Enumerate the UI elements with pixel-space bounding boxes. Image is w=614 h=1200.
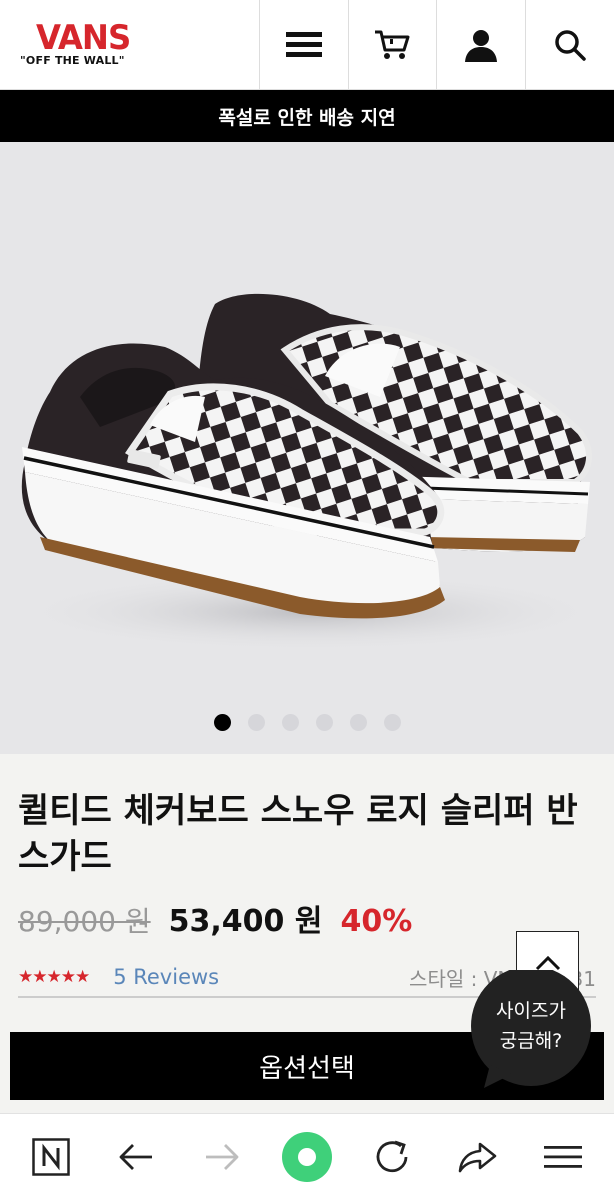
gallery-dot-2[interactable]	[247, 714, 265, 731]
cart-icon	[375, 30, 410, 59]
menu-button[interactable]	[260, 0, 349, 90]
account-button[interactable]	[437, 0, 526, 90]
browser-menu-button[interactable]	[533, 1127, 593, 1187]
forward-icon	[205, 1144, 238, 1170]
gallery-dot-1[interactable]	[213, 714, 231, 731]
gallery-dot-5[interactable]	[349, 714, 367, 731]
gallery-dot-6[interactable]	[383, 714, 401, 731]
sale-price: 53,400 원	[168, 904, 323, 939]
reviews-link[interactable]: 5 Reviews	[113, 965, 219, 989]
discount-rate: 40%	[340, 904, 413, 939]
chevron-up-icon	[535, 955, 560, 970]
home-n-icon	[31, 1138, 70, 1176]
gallery-dot-3[interactable]	[281, 714, 299, 731]
reload-icon	[377, 1140, 408, 1173]
home-button[interactable]	[21, 1127, 81, 1187]
share-icon	[458, 1142, 497, 1173]
size-guide-line-1: 사이즈가	[496, 1000, 566, 1022]
option-button-label: 옵션선택	[259, 1053, 355, 1084]
gallery-dot-4[interactable]	[315, 714, 333, 731]
menu-icon	[285, 32, 322, 57]
logo-tagline: "OFF THE WALL"	[20, 54, 125, 67]
user-icon	[464, 30, 497, 62]
gallery-pagination	[0, 714, 614, 731]
vans-logo[interactable]: VANS "OFF THE WALL"	[0, 0, 260, 90]
green-dot-icon	[281, 1132, 332, 1182]
back-icon	[119, 1144, 153, 1170]
browser-toolbar	[0, 1113, 614, 1200]
product-title: 퀼티드 체커보드 스노우 로지 슬리퍼 반스가드	[18, 791, 578, 877]
forward-button[interactable]	[192, 1127, 252, 1187]
product-image-gallery[interactable]	[0, 142, 614, 754]
green-dot-button[interactable]	[277, 1127, 337, 1187]
logo-wordmark: VANS	[36, 18, 131, 58]
site-header: VANS "OFF THE WALL"	[0, 0, 614, 90]
notice-text: 폭설로 인한 배송 지연	[218, 106, 396, 129]
size-guide-text[interactable]: 사이즈가 궁금해?	[470, 996, 592, 1056]
rating-stars: ★★★★★	[18, 967, 90, 987]
price-row: 89,000 원 53,400 원 40%	[18, 896, 412, 940]
back-button[interactable]	[106, 1127, 166, 1187]
search-icon	[555, 30, 586, 61]
shipping-delay-notice[interactable]: 폭설로 인한 배송 지연	[0, 90, 614, 142]
cart-button[interactable]	[349, 0, 437, 90]
share-button[interactable]	[448, 1127, 508, 1187]
size-guide-line-2: 궁금해?	[499, 1030, 563, 1052]
product-image-slipper	[10, 293, 610, 652]
search-button[interactable]	[526, 0, 614, 90]
reload-button[interactable]	[362, 1127, 422, 1187]
original-price: 89,000 원	[18, 905, 151, 938]
menu-lines-icon	[544, 1146, 583, 1168]
